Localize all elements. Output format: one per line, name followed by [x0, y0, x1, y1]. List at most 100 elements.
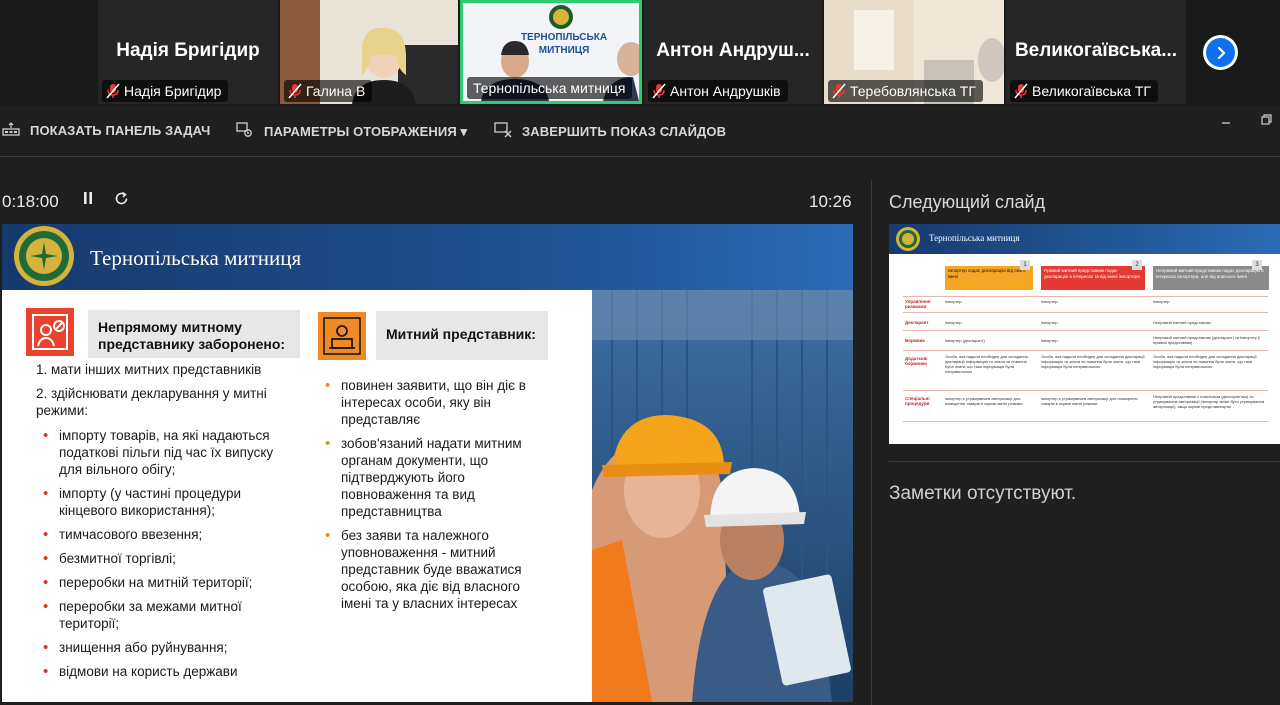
participant-name-tag: Надія Бригідир: [102, 80, 229, 102]
participant-tile-5[interactable]: Теребовлянська ТГ: [824, 0, 1004, 104]
thumb-cell: Імпортер (декларант): [945, 338, 985, 343]
show-taskbar-button[interactable]: ПОКАЗАТЬ ПАНЕЛЬ ЗАДАЧ: [2, 122, 210, 139]
thumb-cell: Імпортер: [1153, 299, 1170, 304]
thumb-column-text: Імпортер подає декларацію від свого імен…: [948, 268, 1026, 279]
thumb-column-num: 1: [1020, 260, 1030, 270]
current-slide: Тернопільська митниця Непрямому митному …: [2, 224, 853, 702]
end-slideshow-label: ЗАВЕРШИТЬ ПОКАЗ СЛАЙДОВ: [522, 124, 727, 139]
left-item-1: 1. мати інших митних представників: [36, 362, 262, 377]
right-item: без заяви та належного уповноваження - м…: [325, 527, 546, 612]
thumb-cell: Непрямий представник є власником (деклар…: [1153, 394, 1265, 409]
taskbar-icon: [2, 122, 20, 139]
participant-label: Великогаївська ТГ: [1032, 83, 1152, 99]
left-subitem: імпорту товарів, на які надаються податк…: [43, 427, 294, 478]
display-settings-button[interactable]: ПАРАМЕТРЫ ОТОБРАЖЕНИЯ ▾: [236, 122, 467, 141]
participant-tile-6[interactable]: Великогаївська... Великогаївська ТГ: [1006, 0, 1186, 104]
right-item: зобов'язаний надати митним органам докум…: [325, 435, 546, 520]
participant-display-name: Великогаївська...: [1014, 40, 1178, 61]
thumb-column-num: 3: [1252, 260, 1262, 270]
elapsed-timer: 0:18:00: [2, 192, 59, 211]
restart-timer-button[interactable]: [114, 191, 129, 211]
left-subitem: переробки на митній території;: [43, 574, 294, 591]
end-slideshow-icon: [494, 122, 512, 141]
thumb-cell: Непрямий митний представник: [1153, 320, 1211, 325]
thumb-title: Тернопільська митниця: [929, 233, 1020, 243]
thumb-column-text: Прямий митний представник подає декларац…: [1044, 268, 1140, 279]
participant-tile-2[interactable]: Галина В: [280, 0, 458, 104]
minimize-icon[interactable]: [1221, 113, 1231, 128]
participant-label: Надія Бригідир: [124, 83, 222, 99]
next-participants-button[interactable]: [1203, 35, 1238, 70]
workers-photo: [592, 290, 853, 702]
customs-emblem-icon: [895, 226, 921, 252]
thumb-row-divider: [903, 296, 1268, 297]
thumb-cell: Імпортер: [945, 299, 962, 304]
left-heading: Непрямому митному представнику заборонен…: [88, 310, 300, 358]
thumb-row-divider: [903, 390, 1268, 391]
left-subitem: переробки за межами митної території;: [43, 598, 269, 632]
participant-display-name: Надія Бригідир: [116, 40, 260, 61]
thumb-column-2: Прямий митний представник подає декларац…: [1041, 266, 1145, 290]
representative-icon: [318, 312, 366, 360]
participant-name-tag: Галина В: [284, 80, 373, 102]
participant-name-tag: Антон Андрушків: [648, 80, 788, 102]
right-heading: Митний представник:: [376, 311, 548, 360]
slide-header: Тернопільська митниця: [2, 224, 853, 290]
pause-timer-button[interactable]: [82, 191, 94, 210]
participant-label: Теребовлянська ТГ: [850, 83, 976, 99]
left-subitem: знищення або руйнування;: [43, 639, 294, 656]
participant-strip: Надія Бригідир Надія Бригідир Галина В Т…: [0, 0, 1280, 105]
left-subitem: тимчасового ввезення;: [43, 526, 294, 543]
speaker-notes: Заметки отсутствуют.: [889, 483, 1077, 504]
participant-tile-4[interactable]: Антон Андруш... Антон Андрушків: [644, 0, 822, 104]
thumb-cell: Імпортер: [945, 320, 962, 325]
slide-title: Тернопільська митниця: [90, 246, 302, 270]
mic-muted-icon: [106, 83, 120, 99]
next-slide-thumbnail[interactable]: Тернопільська митниця Імпортер подає дек…: [889, 224, 1280, 444]
thumb-cell: Особа, яка надала необхідну для складанн…: [945, 354, 1028, 374]
thumb-row-label: Спеціальні процедури: [905, 396, 930, 406]
thumb-cell: Особа, яка надала необхідну для складанн…: [1153, 354, 1257, 369]
left-item-2: 2. здійснювати декларування у митні режи…: [36, 386, 267, 418]
thumb-row-divider: [903, 421, 1268, 422]
pane-divider: [871, 180, 872, 705]
thumb-cell: Непрямий митний представник (декларант) …: [1153, 335, 1261, 345]
thumb-row-label: Декларант: [905, 320, 929, 325]
participant-tile-3-active-speaker[interactable]: ТЕРНОПІЛЬСЬКА МИТНИЦЯ Тернопільська митн…: [460, 0, 642, 104]
mic-muted-icon: [652, 83, 666, 99]
thumb-row-divider: [903, 350, 1268, 351]
presenter-toolbar: ПОКАЗАТЬ ПАНЕЛЬ ЗАДАЧ ПАРАМЕТРЫ ОТОБРАЖЕ…: [0, 105, 1280, 157]
participant-tile-1[interactable]: Надія Бригідир Надія Бригідир: [98, 0, 278, 104]
mic-muted-icon: [832, 83, 846, 99]
show-taskbar-label: ПОКАЗАТЬ ПАНЕЛЬ ЗАДАЧ: [30, 123, 211, 138]
thumb-row-divider: [903, 330, 1268, 331]
right-item: повинен заявити, що він діє в інтересах …: [325, 377, 546, 428]
participant-display-name: Антон Андруш...: [656, 40, 810, 61]
thumb-row-label: Додаткові боржники: [905, 356, 928, 366]
thumb-cell: Імпортер є утримувачем авторизації для п…: [945, 396, 1023, 406]
notes-divider: [889, 461, 1280, 462]
thumb-cell: Імпортер: [1041, 320, 1058, 325]
participant-label: Галина В: [306, 83, 366, 99]
thumb-column-num: 2: [1132, 260, 1142, 270]
left-subitem: безмитної торгівлі;: [43, 550, 294, 567]
restore-window-icon[interactable]: [1261, 113, 1272, 128]
participant-name-tag: Великогаївська ТГ: [1010, 80, 1159, 102]
chevron-right-icon: [1206, 38, 1235, 67]
display-settings-label: ПАРАМЕТРЫ ОТОБРАЖЕНИЯ ▾: [264, 123, 468, 139]
thumb-cell: Імпортер: [1041, 338, 1058, 343]
thumb-cell: Імпортер є утримувачем авторизації для п…: [1041, 396, 1138, 406]
mic-muted-icon: [1014, 83, 1028, 99]
current-time: 10:26: [809, 192, 852, 211]
left-subitem: відмови на користь держави: [43, 663, 294, 680]
pause-icon: [82, 192, 94, 209]
customs-emblem-icon: [12, 224, 76, 288]
participant-label: Антон Андрушків: [670, 83, 781, 99]
end-slideshow-button[interactable]: ЗАВЕРШИТЬ ПОКАЗ СЛАЙДОВ: [494, 122, 726, 141]
participant-label: Тернопільська митниця: [473, 80, 626, 96]
mic-muted-icon: [288, 83, 302, 99]
participant-name-tag: Теребовлянська ТГ: [828, 80, 983, 102]
thumb-cell: Особа, яка надала необхідну для складанн…: [1041, 354, 1145, 369]
restriction-icon: [26, 308, 74, 356]
thumb-row-label: Управління ризиками: [905, 299, 931, 309]
